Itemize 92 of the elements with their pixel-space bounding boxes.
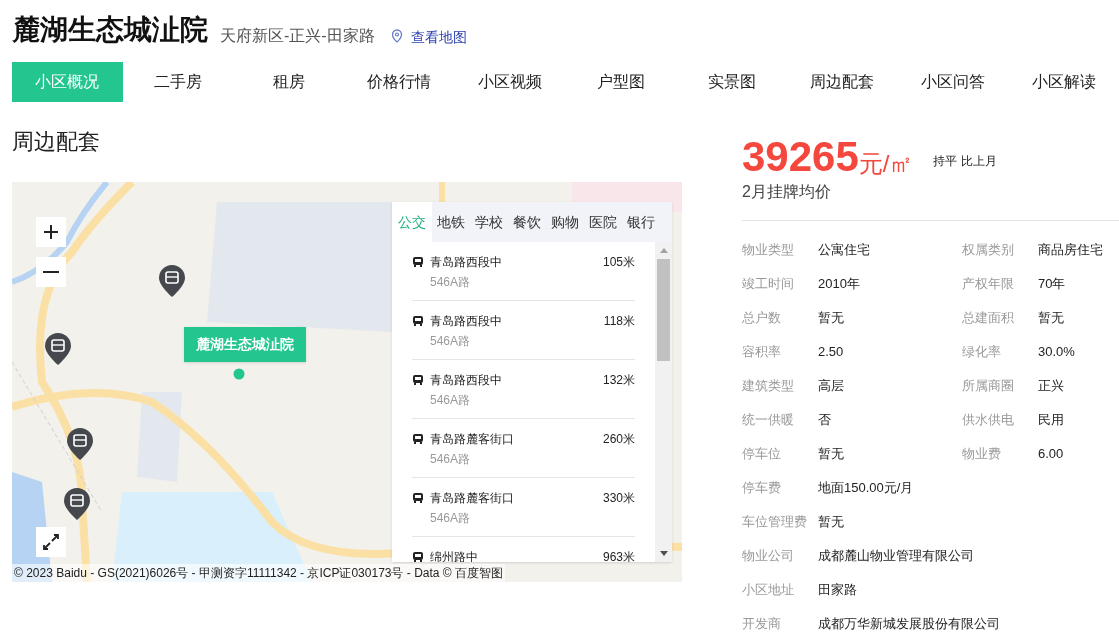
view-map-link[interactable]: 查看地图 — [410, 30, 467, 44]
price-unit: 元/㎡ — [858, 152, 914, 176]
stop-distance: 132米 — [602, 372, 635, 389]
scroll-thumb[interactable] — [657, 259, 670, 361]
bus-line: 546A路 — [430, 451, 472, 468]
info-value: 成都万华新城发展股份有限公司 — [818, 615, 1000, 634]
stop-distance: 963米 — [602, 549, 635, 562]
bus-stop-pin-icon[interactable] — [158, 264, 186, 298]
info-value: 公寓住宅 — [818, 241, 870, 260]
info-label: 开发商 — [742, 615, 782, 634]
info-label: 停车位 — [742, 445, 782, 464]
scroll-down-icon — [659, 551, 668, 556]
info-value: 高层 — [818, 377, 844, 396]
info-label: 停车费 — [742, 479, 782, 498]
info-label: 供水供电 — [962, 411, 1015, 430]
category-tab[interactable]: 银行 — [622, 202, 660, 242]
plus-icon — [43, 224, 59, 240]
info-value: 2.50 — [818, 343, 844, 362]
section-title: 周边配套 — [12, 128, 101, 156]
bus-line: 546A路 — [430, 510, 472, 527]
location-text: 天府新区-正兴-田家路 — [220, 28, 375, 44]
stop-name: 青岛路麓客街口 — [430, 490, 515, 507]
bus-line: 546A路 — [430, 392, 472, 409]
price-caption: 2月挂牌均价 — [742, 182, 832, 202]
bus-icon — [412, 492, 424, 504]
stop-distance: 260米 — [602, 431, 635, 448]
info-value: 否 — [818, 411, 831, 430]
category-tab[interactable]: 地铁 — [432, 202, 470, 242]
info-value: 30.0% — [1038, 343, 1075, 362]
info-value: 民用 — [1038, 411, 1064, 430]
info-value: 暂无 — [818, 309, 844, 328]
info-label: 竣工时间 — [742, 275, 795, 294]
expand-icon — [42, 533, 60, 551]
info-value: 正兴 — [1038, 377, 1064, 396]
category-tab[interactable]: 医院 — [584, 202, 622, 242]
price-value: 39265 — [742, 136, 859, 178]
bus-line: 546A路 — [430, 274, 472, 291]
category-tab[interactable]: 学校 — [470, 202, 508, 242]
minus-icon — [43, 271, 59, 273]
page-title: 麓湖生态城沚院 — [12, 16, 208, 44]
scroll-up-icon — [659, 248, 668, 253]
location-dot-icon — [233, 368, 245, 380]
info-label: 物业费 — [962, 445, 1002, 464]
bus-stop-pin-icon[interactable] — [66, 427, 94, 461]
info-label: 产权年限 — [962, 275, 1015, 294]
stop-distance: 118米 — [603, 313, 635, 330]
info-value: 2010年 — [818, 275, 860, 294]
info-value: 6.00 — [1038, 445, 1064, 464]
info-label: 总建面积 — [962, 309, 1015, 328]
bus-stop-pin-icon[interactable] — [44, 332, 72, 366]
info-value: 暂无 — [818, 445, 844, 464]
info-label: 小区地址 — [742, 581, 795, 600]
info-label: 权属类别 — [962, 241, 1015, 260]
price-trend: 持平 — [933, 153, 958, 170]
category-tab[interactable]: 餐饮 — [508, 202, 546, 242]
info-label: 统一供暖 — [742, 411, 795, 430]
bus-icon — [412, 433, 424, 445]
info-label: 建筑类型 — [742, 377, 795, 396]
info-value: 暂无 — [818, 513, 844, 532]
info-value: 田家路 — [818, 581, 857, 600]
bus-stop-pin-icon[interactable] — [63, 487, 91, 521]
fullscreen-button[interactable] — [36, 527, 66, 557]
stop-name: 青岛路西段中 — [430, 313, 503, 330]
price-comparison: 比上月 — [961, 153, 998, 170]
zoom-in-button[interactable] — [36, 217, 66, 247]
info-label: 车位管理费 — [742, 513, 808, 532]
info-label: 总户数 — [742, 309, 782, 328]
info-label: 绿化率 — [962, 343, 1002, 362]
stop-name: 青岛路西段中 — [430, 372, 503, 389]
stop-name: 绵州路中 — [430, 549, 479, 562]
bus-line: 546A路 — [430, 333, 472, 350]
info-value: 70年 — [1038, 275, 1066, 294]
info-label: 容积率 — [742, 343, 782, 362]
info-value: 成都麓山物业管理有限公司 — [818, 547, 974, 566]
info-value: 暂无 — [1038, 309, 1064, 328]
stop-distance: 105米 — [602, 254, 635, 271]
info-value: 地面150.00元/月 — [818, 479, 914, 498]
zoom-out-button[interactable] — [36, 257, 66, 287]
bus-icon — [412, 315, 424, 327]
info-value: 商品房住宅 — [1038, 241, 1103, 260]
bus-icon — [412, 374, 424, 386]
category-tab[interactable]: 购物 — [546, 202, 584, 242]
stop-name: 青岛路西段中 — [430, 254, 503, 271]
bus-icon — [412, 256, 424, 268]
scrollbar[interactable] — [655, 242, 672, 562]
map-copyright: © 2023 Baidu - GS(2021)6026号 - 甲测资字11111342 - 京ICP证030173号 - Data © 百度智图 — [12, 564, 505, 582]
info-label: 物业公司 — [742, 547, 795, 566]
info-label: 物业类型 — [742, 241, 795, 260]
location-pin-icon — [390, 29, 403, 43]
stop-distance: 330米 — [602, 490, 635, 507]
info-label: 所属商圈 — [962, 377, 1015, 396]
stop-name: 青岛路麓客街口 — [430, 431, 515, 448]
